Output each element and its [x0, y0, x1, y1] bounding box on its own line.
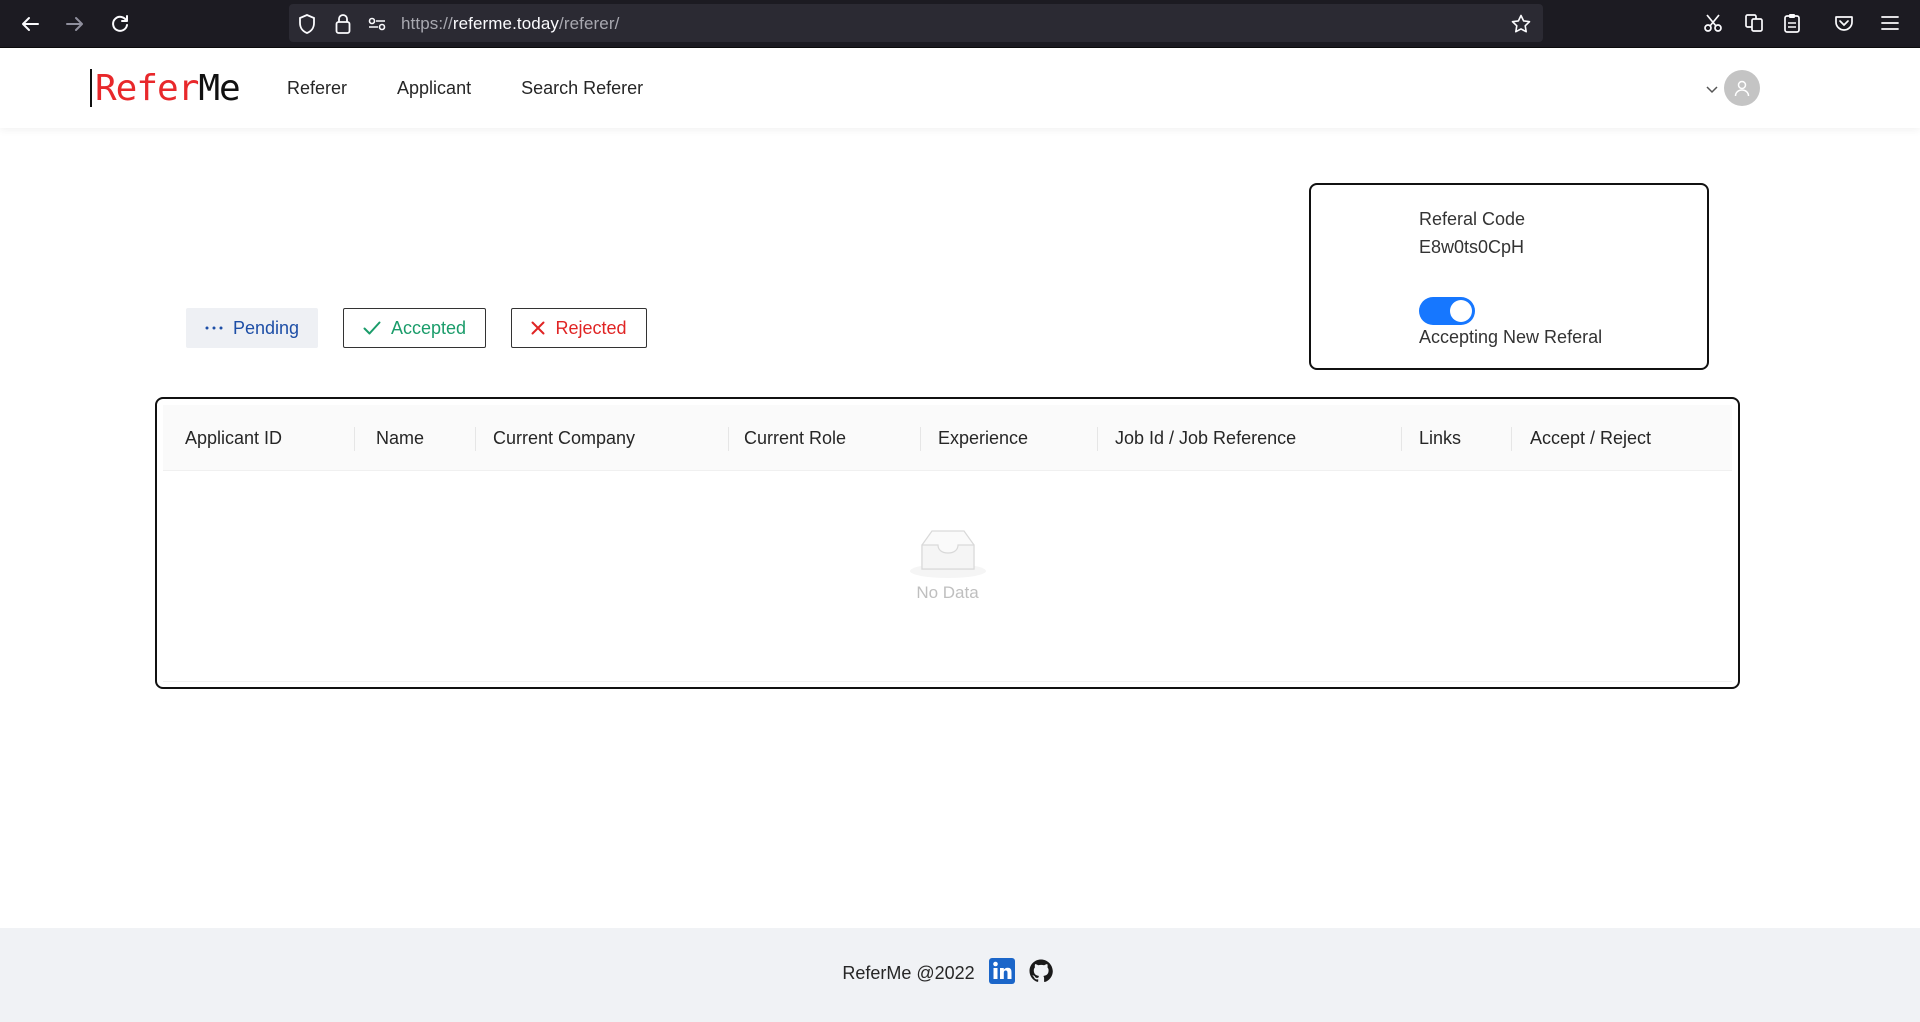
forward-icon[interactable] [61, 10, 89, 38]
column-header-links: Links [1419, 427, 1462, 448]
accepted-label: Accepted [390, 317, 467, 338]
check-icon [363, 321, 381, 335]
github-icon[interactable] [1029, 959, 1053, 988]
translate-icon[interactable] [1742, 11, 1766, 35]
empty-state: No Data [157, 527, 1738, 603]
url-text: https://referme.today/referer/ [401, 14, 619, 34]
main-nav: Referer Applicant Search Referer [287, 78, 643, 99]
column-header-name: Name [376, 427, 425, 448]
column-divider [475, 427, 476, 451]
logo-text-me: Me [198, 67, 240, 109]
logo-cursor-bar [90, 69, 92, 107]
site-header: Refer Me Referer Applicant Search Referer [0, 48, 1920, 128]
rejected-label: Rejected [555, 317, 627, 338]
accepted-filter-button[interactable]: Accepted [343, 308, 486, 348]
screenshot-scissors-icon[interactable] [1701, 11, 1725, 35]
url-bar[interactable]: https://referme.today/referer/ [289, 4, 1543, 42]
column-header-accept-reject: Accept / Reject [1530, 427, 1652, 448]
shield-icon[interactable] [297, 14, 317, 34]
url-scheme: https:// [401, 14, 453, 33]
column-divider [1511, 427, 1512, 451]
back-icon[interactable] [16, 10, 44, 38]
column-header-current-company: Current Company [493, 427, 636, 448]
rejected-filter-button[interactable]: Rejected [511, 308, 647, 348]
column-divider [1097, 427, 1098, 451]
referral-code-label: Referal Code [1419, 209, 1526, 229]
close-icon [531, 321, 545, 335]
user-menu[interactable] [1706, 70, 1760, 106]
url-domain: referme.today [452, 14, 560, 33]
table-header: Applicant ID Name Current Company Curren… [163, 405, 1732, 471]
chevron-down-icon[interactable] [1706, 79, 1718, 98]
hamburger-menu-icon[interactable] [1878, 11, 1902, 35]
footer-copyright: ReferMe @2022 [842, 963, 975, 983]
linkedin-icon[interactable] [988, 958, 1015, 989]
nav-item-search-referer[interactable]: Search Referer [521, 78, 643, 99]
bookmark-star-icon[interactable] [1511, 14, 1531, 34]
url-path: /referer/ [559, 14, 620, 33]
referme-logo[interactable]: Refer Me [90, 66, 241, 110]
logo-text-refer: Refer [95, 67, 199, 109]
referral-card: Referal Code E8w0ts0CpH Accepting New Re… [1309, 183, 1709, 370]
pending-filter-button[interactable]: Pending [186, 308, 318, 348]
browser-toolbar: https://referme.today/referer/ [0, 0, 1920, 48]
column-header-job-id: Job Id / Job Reference [1115, 427, 1297, 448]
lock-icon[interactable] [333, 14, 353, 34]
user-icon [1734, 80, 1750, 97]
column-header-experience: Experience [938, 427, 1029, 448]
column-divider [1401, 427, 1402, 451]
no-data-text: No Data [916, 583, 979, 602]
empty-inbox-icon [909, 530, 986, 578]
applicants-table: Applicant ID Name Current Company Curren… [155, 397, 1740, 689]
toggle-knob [1450, 300, 1472, 322]
nav-item-applicant[interactable]: Applicant [397, 78, 471, 99]
site-footer: ReferMe @2022 [0, 928, 1920, 1022]
referral-code-value: E8w0ts0CpH [1419, 237, 1525, 257]
reload-icon[interactable] [106, 10, 134, 38]
accepting-referral-toggle[interactable] [1419, 297, 1475, 325]
column-divider [728, 427, 729, 451]
permissions-icon[interactable] [367, 14, 387, 34]
column-divider [920, 427, 921, 451]
pending-label: Pending [232, 317, 300, 338]
column-header-applicant-id: Applicant ID [185, 427, 283, 448]
avatar[interactable] [1724, 70, 1760, 106]
ellipsis-icon [205, 326, 223, 330]
column-divider [354, 427, 355, 451]
accepting-referral-label: Accepting New Referal [1419, 327, 1603, 347]
nav-item-referer[interactable]: Referer [287, 78, 347, 99]
pocket-icon[interactable] [1832, 11, 1856, 35]
column-header-current-role: Current Role [744, 427, 847, 448]
table-bottom-divider [163, 681, 1732, 682]
clipboard-icon[interactable] [1780, 11, 1804, 35]
